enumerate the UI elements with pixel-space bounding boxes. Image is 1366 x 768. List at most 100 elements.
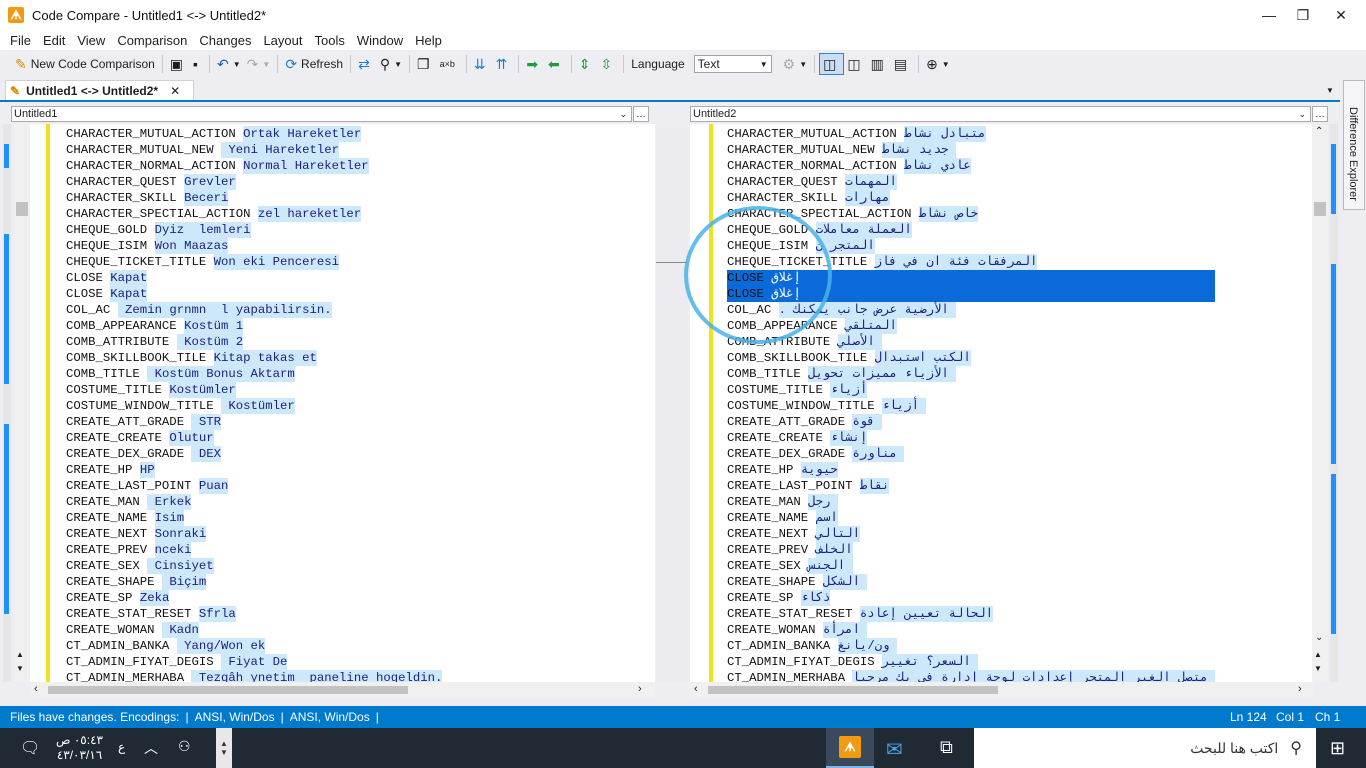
code-line[interactable]: CREATE_NEXT التالي [727,526,1215,542]
redo-button[interactable]: ↷ ▼ [244,53,274,75]
next-diff-button[interactable]: ⇊ [471,53,493,75]
code-line[interactable]: CT_ADMIN_MERHABA Tezgâh ynetim paneline … [66,670,443,682]
status-encoding-left[interactable]: ANSI, Win/Dos [195,710,275,724]
right-editor[interactable]: CHARACTER_MUTUAL_ACTION متبادل نشاط CHARA… [690,124,1314,682]
code-line[interactable]: CREATE_NEXT Sonraki [66,526,442,542]
undo-button[interactable]: ↶ ▼ [214,53,244,75]
code-line[interactable]: COSTUME_TITLE Kostümler [66,382,442,398]
code-line[interactable]: CREATE_NAME اسم [727,510,1215,526]
scroll-thumb[interactable] [48,686,408,694]
code-line[interactable]: CHARACTER_QUEST المهمات [727,174,1215,190]
code-line[interactable]: CREATE_SP ذكاء [727,590,1215,606]
save-button[interactable]: ▪ [190,53,205,75]
code-line[interactable]: COL_AC Zemin grnmn l yapabilirsin. [66,302,442,318]
code-line[interactable]: CREATE_LAST_POINT Puan [66,478,442,494]
scroll-up-icon[interactable]: ▲ [16,650,24,659]
difference-explorer-panel[interactable]: Difference Explorer [1343,80,1365,210]
code-line[interactable]: CHEQUE_TICKET_TITLE المرفقات فئة ان في ف… [727,254,1215,270]
code-line[interactable]: CREATE_SEX Cinsiyet [66,558,442,574]
ignore-case-button[interactable]: a×b [437,53,462,75]
windows-start-icon[interactable]: ⊞ [1330,738,1345,759]
code-line[interactable]: CHARACTER_MUTUAL_ACTION Ortak Hareketler [66,126,442,142]
task-view-icon[interactable]: ⧉ [940,737,953,758]
copy-button[interactable]: ❐ [414,53,437,75]
code-line[interactable]: CREATE_MAN Erkek [66,494,442,510]
code-line[interactable]: CREATE_SHAPE Biçim [66,574,442,590]
taskbar-code-compare[interactable]: ᗗ [826,728,874,768]
close-window-button[interactable]: ✕ [1318,0,1364,30]
right-vscroll[interactable]: ⌃ ⌄ ▲ ▼ [1312,124,1328,682]
code-line[interactable]: CREATE_SHAPE الشكل [727,574,1215,590]
code-line[interactable]: CHARACTER_SKILL Beceri [66,190,442,206]
copy-right-button[interactable]: ➡ [523,53,545,75]
scroll-left-icon[interactable]: ‹ [694,683,698,695]
layout-two-pane-button[interactable]: ◫ [819,53,845,75]
scroll-thumb[interactable] [1314,202,1326,216]
code-line[interactable]: CREATE_DEX_GRADE DEX [66,446,442,462]
left-overview-scroll[interactable]: ▲ ▼ [14,124,30,682]
code-line[interactable]: CHARACTER_MUTUAL_NEW جديد نشاط [727,142,1215,158]
code-line[interactable]: CHARACTER_SPECTIAL_ACTION خاص نشاط [727,206,1215,222]
tab-comparison[interactable]: ✎ Untitled1 <-> Untitled2* ✕ [5,80,194,101]
scroll-down-icon[interactable]: ▼ [1314,664,1322,673]
left-diff-overview[interactable] [3,124,11,682]
code-line[interactable]: CREATE_ATT_GRADE قوة [727,414,1215,430]
code-line[interactable]: CREATE_SEX الجنس [727,558,1215,574]
layout-vertical-button[interactable]: ▥ [868,53,891,75]
code-line[interactable]: CHEQUE_TICKET_TITLE Won eki Penceresi [66,254,442,270]
code-line[interactable]: COSTUME_TITLE أزياء [727,382,1215,398]
menu-tools[interactable]: Tools [309,33,351,48]
code-line[interactable]: CREATE_WOMAN امرأة [727,622,1215,638]
scroll-down-icon[interactable]: ▼ [16,664,24,673]
code-line[interactable]: CT_ADMIN_MERHABA متصل الغير المتجر إعداد… [727,670,1216,682]
code-line[interactable]: COSTUME_WINDOW_TITLE Kostümler [66,398,442,414]
code-line[interactable]: CHARACTER_NORMAL_ACTION عادي نشاط [727,158,1215,174]
scroll-up-icon[interactable]: ▲ [1314,650,1322,659]
more-button[interactable]: ⊕ ▼ [923,53,953,75]
code-line[interactable]: CT_ADMIN_FIYAT_DEGIS Fiyat De [66,654,442,670]
code-line[interactable]: CREATE_ATT_GRADE STR [66,414,442,430]
code-line[interactable]: COMB_SKILLBOOK_TILE Kitap takas et [66,350,442,366]
code-line[interactable]: CT_ADMIN_FIYAT_DEGIS السعر؟ تغيير [727,654,1215,670]
refresh-button[interactable]: ⟳ Refresh [282,53,346,75]
code-line[interactable]: CHARACTER_SKILL مهارات [727,190,1215,206]
tab-list-button[interactable]: ▼ [1326,86,1334,95]
status-encoding-right[interactable]: ANSI, Win/Dos [290,710,370,724]
language-select[interactable]: Text ▼ [693,55,772,73]
close-tab-icon[interactable]: ✕ [170,84,180,98]
code-line[interactable]: CREATE_MAN رجل [727,494,1215,510]
input-language[interactable]: ع [118,740,125,754]
expand-button[interactable]: ⇕ [576,53,598,75]
code-line[interactable]: CHARACTER_SPECTIAL_ACTION zel hareketler [66,206,442,222]
menu-edit[interactable]: Edit [37,33,71,48]
code-line[interactable]: CREATE_STAT_RESET الحالة تعيين إعادة [727,606,1215,622]
code-line[interactable]: COMB_ATTRIBUTE Kostüm 2 [66,334,442,350]
mail-icon[interactable]: ✉ [886,737,903,762]
code-line[interactable]: CLOSE إغلاق [727,286,1216,302]
scroll-up-icon[interactable]: ⌃ [1315,126,1323,137]
code-line[interactable]: CLOSE Kapat [66,270,442,286]
scroll-thumb[interactable] [16,202,28,216]
code-line[interactable]: COMB_SKILLBOOK_TILE الكتب استبدال [727,350,1215,366]
copy-left-button[interactable]: ⬅ [545,53,567,75]
code-line[interactable]: CREATE_WOMAN Kadn [66,622,442,638]
scroll-down-icon[interactable]: ⌄ [1315,632,1323,643]
code-line[interactable]: CREATE_CREATE إنشاء [727,430,1215,446]
code-line[interactable]: CREATE_LAST_POINT نقاط [727,478,1215,494]
code-line[interactable]: CHARACTER_QUEST Grevler [66,174,442,190]
scroll-left-icon[interactable]: ‹ [34,683,38,695]
code-line[interactable]: CHEQUE_ISIM Won Maazas [66,238,442,254]
code-line[interactable]: CHEQUE_GOLD Dyiz lemleri [66,222,442,238]
code-line[interactable]: CREATE_PREV الخلف [727,542,1215,558]
code-line[interactable]: CT_ADMIN_BANKA Yang/Won ek [66,638,442,654]
right-hscroll[interactable]: ‹ › [690,682,1314,698]
code-line[interactable]: CREATE_NAME Isim [66,510,442,526]
clock[interactable]: ٠٥:٤٣ ص ٤٣/٠٣/١٦ [56,733,103,763]
code-line[interactable]: CHARACTER_MUTUAL_NEW Yeni Hareketler [66,142,442,158]
layout-horizontal-button[interactable]: ▤ [891,53,914,75]
sync-button[interactable]: ⇄ [355,53,377,75]
code-line[interactable]: CLOSE إغلاق [727,270,1216,286]
code-line[interactable]: COMB_TITLE Kostüm Bonus Aktarm [66,366,442,382]
code-line[interactable]: COMB_TITLE الأزياء مميزات تحويل [727,366,1215,382]
code-line[interactable]: CHARACTER_NORMAL_ACTION Normal Hareketle… [66,158,442,174]
